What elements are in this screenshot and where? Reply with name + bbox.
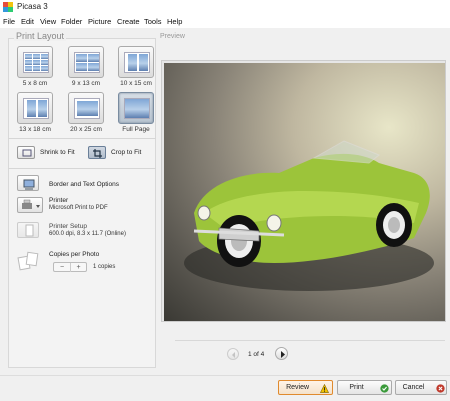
border-text-icon	[23, 179, 35, 190]
divider	[8, 138, 156, 139]
crop-to-fit-button[interactable]	[88, 146, 106, 159]
menu-edit[interactable]: Edit	[21, 17, 34, 26]
window-title: Picasa 3	[17, 2, 48, 11]
layout-5x8-label: 5 x 8 cm	[22, 80, 48, 87]
layout-13x18-icon	[23, 98, 49, 119]
preview-frame	[161, 60, 446, 322]
layout-10x15-button[interactable]	[118, 46, 154, 78]
shrink-icon	[22, 149, 32, 157]
menu-tools[interactable]: Tools	[144, 17, 162, 26]
layout-full-page-button[interactable]	[118, 92, 154, 124]
copies-increment-button[interactable]: +	[70, 263, 86, 272]
layout-13x18-button[interactable]	[17, 92, 53, 124]
review-label: Review	[286, 384, 310, 391]
menu-folder[interactable]: Folder	[61, 17, 82, 26]
crop-to-fit-label: Crop to Fit	[111, 149, 142, 156]
title-bar: Picasa 3	[0, 0, 450, 14]
print-button[interactable]: Print	[337, 380, 392, 395]
layout-13x18-label: 13 x 18 cm	[19, 126, 51, 133]
menu-create[interactable]: Create	[117, 17, 140, 26]
layout-9x13-button[interactable]	[68, 46, 104, 78]
picasa-app-icon	[3, 2, 13, 12]
layout-9x13-icon	[74, 52, 100, 73]
border-text-options-label: Border and Text Options	[49, 181, 119, 188]
menu-help[interactable]: Help	[167, 17, 182, 26]
layout-20x25-icon	[74, 98, 100, 119]
layout-5x8-button[interactable]	[17, 46, 53, 78]
menu-bar: File Edit View Folder Picture Create Too…	[0, 14, 450, 28]
cancel-label: Cancel	[402, 384, 425, 391]
shrink-to-fit-label: Shrink to Fit	[40, 149, 75, 156]
printer-label: Printer	[49, 197, 69, 204]
car-photo-illustration	[184, 140, 434, 291]
menu-view[interactable]: View	[40, 17, 56, 26]
preview-pager: 1 of 4	[175, 340, 445, 370]
cancel-button[interactable]: Cancel	[395, 380, 447, 395]
print-layout-title: Print Layout	[14, 31, 67, 41]
copies-stepper: − +	[53, 262, 87, 272]
print-label: Print	[349, 384, 364, 391]
warning-icon	[320, 384, 329, 393]
review-button[interactable]: Review	[278, 380, 333, 395]
chevron-right-icon	[281, 351, 285, 358]
layout-20x25-button[interactable]	[68, 92, 104, 124]
divider	[8, 168, 156, 169]
menu-file[interactable]: File	[3, 17, 15, 26]
previous-page-button[interactable]	[227, 348, 239, 360]
layout-10x15-label: 10 x 15 cm	[120, 80, 152, 87]
copies-decrement-button[interactable]: −	[54, 263, 70, 272]
chevron-left-icon	[232, 352, 235, 358]
crop-icon	[93, 149, 102, 158]
printer-setup-detail: 600.0 dpi, 8.3 x 11.7 (Online)	[49, 231, 126, 237]
check-icon	[380, 384, 389, 393]
printer-select-button[interactable]	[17, 197, 43, 213]
border-text-options-button[interactable]	[17, 175, 39, 191]
copies-icon	[17, 251, 39, 271]
printer-setup-label: Printer Setup	[49, 223, 87, 230]
copies-per-photo-label: Copies per Photo	[49, 251, 100, 258]
layout-5x8-icon	[23, 52, 49, 73]
shrink-to-fit-button[interactable]	[17, 146, 35, 159]
menu-picture[interactable]: Picture	[88, 17, 111, 26]
next-page-button[interactable]	[275, 347, 288, 360]
printer-name: Microsoft Print to PDF	[49, 205, 108, 211]
printer-icon	[22, 199, 40, 209]
page-indicator: 1 of 4	[248, 351, 265, 358]
layout-full-page-label: Full Page	[122, 126, 150, 133]
page-setup-icon	[25, 224, 34, 237]
layout-10x15-icon	[124, 52, 150, 73]
layout-20x25-label: 20 x 25 cm	[70, 126, 102, 133]
divider	[0, 375, 450, 376]
layout-9x13-label: 9 x 13 cm	[71, 80, 101, 87]
preview-title: Preview	[160, 33, 185, 40]
copies-value: 1 copies	[93, 264, 116, 270]
printer-setup-button[interactable]	[17, 222, 39, 238]
layout-full-page-icon	[124, 98, 150, 119]
preview-photo	[164, 63, 445, 321]
close-icon	[436, 384, 445, 393]
